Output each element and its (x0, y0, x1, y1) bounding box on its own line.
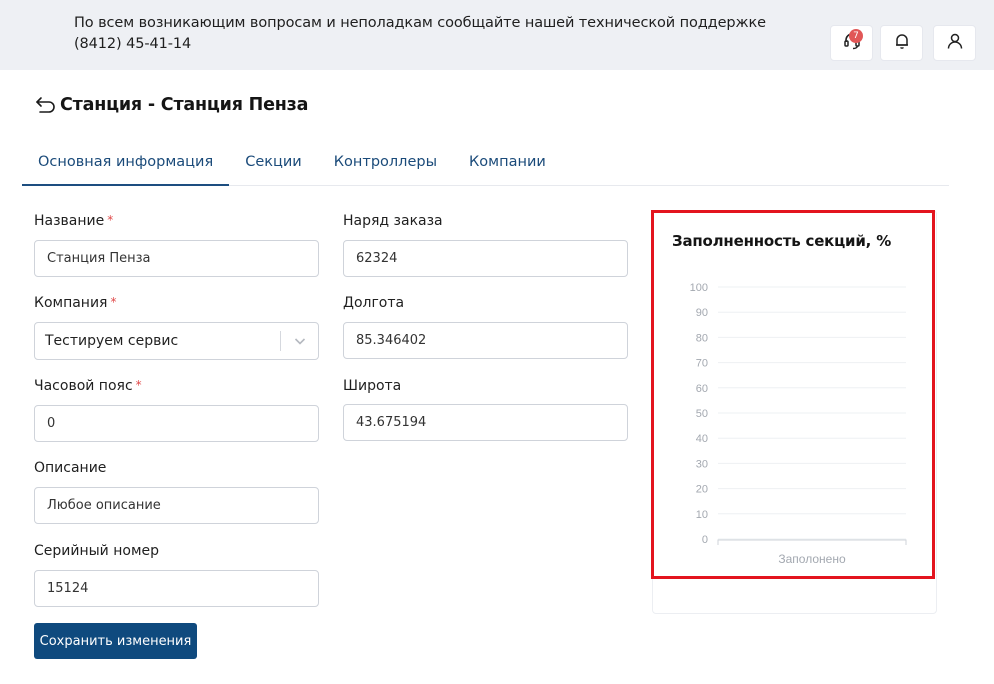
timezone-field[interactable]: 0 (34, 405, 319, 442)
required-mark: * (135, 378, 142, 392)
notifications-button[interactable] (880, 25, 923, 61)
company-select-value: Тестируем сервис (45, 333, 179, 349)
latitude-label: Широта (343, 378, 402, 394)
longitude-field[interactable]: 85.346402 (343, 322, 628, 359)
support-notice: По всем возникающим вопросам и неполадка… (74, 15, 766, 52)
support-badge: 7 (849, 29, 863, 43)
highlight-frame (651, 210, 935, 579)
support-button[interactable]: 7 (830, 25, 873, 61)
page-header: Станция - Станция Пенза (34, 94, 308, 116)
longitude-label: Долгота (343, 295, 405, 311)
company-select[interactable]: Тестируем сервис (34, 322, 319, 360)
required-mark: * (107, 213, 114, 227)
page-title: Станция - Станция Пенза (60, 95, 309, 115)
description-field[interactable]: Любое описание (34, 487, 319, 524)
profile-button[interactable] (933, 25, 976, 61)
tab-companies[interactable]: Компании (453, 146, 562, 186)
name-label: Название * (34, 213, 114, 229)
tab-main-info[interactable]: Основная информация (22, 146, 230, 186)
name-field[interactable]: Станция Пенза (34, 240, 319, 277)
top-bar: По всем возникающим вопросам и неполадка… (0, 0, 994, 70)
chevron-down-icon[interactable] (281, 323, 318, 359)
save-button[interactable]: Сохранить изменения (34, 623, 197, 659)
bell-icon (893, 32, 911, 54)
tab-controllers[interactable]: Контроллеры (318, 146, 453, 186)
description-label: Описание (34, 460, 107, 476)
latitude-field[interactable]: 43.675194 (343, 404, 628, 441)
required-mark: * (110, 295, 117, 309)
tabs-bar: Основная информация Секции Контроллеры К… (22, 146, 949, 186)
serial-field[interactable]: 15124 (34, 570, 319, 607)
order-label: Наряд заказа (343, 213, 443, 229)
user-icon (946, 32, 964, 54)
company-label: Компания * (34, 295, 117, 311)
order-field[interactable]: 62324 (343, 240, 628, 277)
tab-sections[interactable]: Секции (229, 146, 318, 186)
back-arrow-icon[interactable] (34, 94, 58, 116)
serial-label: Серийный номер (34, 543, 160, 559)
timezone-label: Часовой пояс * (34, 378, 142, 394)
